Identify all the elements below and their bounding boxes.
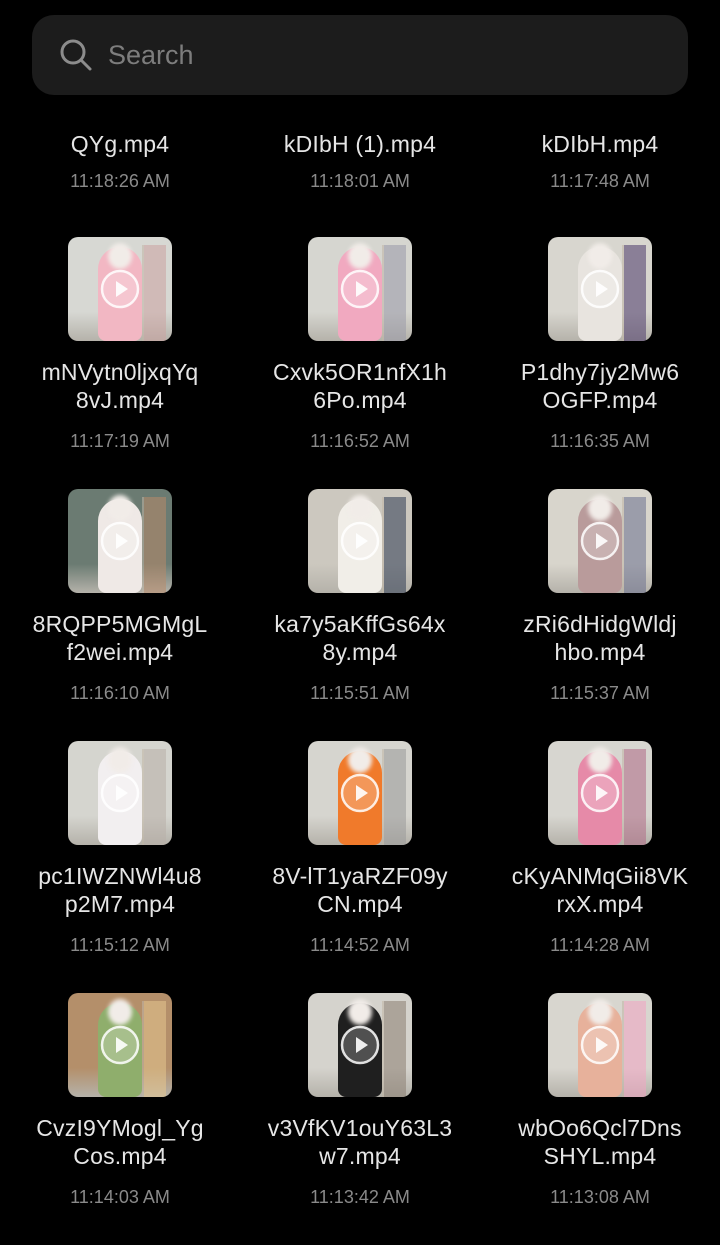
play-icon [100,521,140,561]
play-icon [580,1025,620,1065]
video-timestamp: 11:15:37 AM [550,683,650,703]
search-icon [60,39,92,71]
video-thumbnail[interactable] [308,489,412,593]
play-icon [340,1025,380,1065]
video-timestamp: 11:16:52 AM [310,431,410,451]
video-timestamp: 11:15:12 AM [70,935,170,955]
video-item[interactable]: QYg.mp4 11:18:26 AM [0,130,240,192]
video-filename: kDIbH (1).mp4 [283,131,437,157]
video-timestamp: 11:14:52 AM [310,935,410,955]
video-thumbnail[interactable] [68,489,172,593]
play-icon [340,773,380,813]
video-thumbnail[interactable] [308,237,412,341]
video-filename: 8V-lT1yaRZF09y CN.mp4 [272,863,448,917]
video-item[interactable]: zRi6dHidgWldj hbo.mp4 11:15:37 AM [480,489,720,741]
video-filename: v3VfKV1ouY63L3 w7.mp4 [267,1115,453,1169]
video-timestamp: 11:16:10 AM [70,683,170,703]
video-timestamp: 11:13:42 AM [310,1187,410,1207]
video-timestamp: 11:16:35 AM [550,431,650,451]
video-timestamp: 11:14:03 AM [70,1187,170,1207]
play-icon [100,1025,140,1065]
video-item[interactable]: 8V-lT1yaRZF09y CN.mp4 11:14:52 AM [240,741,480,993]
video-timestamp: 11:13:08 AM [550,1187,650,1207]
video-filename: mNVytn0ljxqYq 8vJ.mp4 [41,359,199,413]
video-thumbnail[interactable] [548,489,652,593]
video-filename: P1dhy7jy2Mw6 OGFP.mp4 [520,359,680,413]
play-icon [580,269,620,309]
top-row-partial: QYg.mp4 11:18:26 AM kDIbH (1).mp4 11:18:… [0,130,720,210]
video-item[interactable]: pc1IWZNWl4u8 p2M7.mp4 11:15:12 AM [0,741,240,993]
video-timestamp: 11:18:26 AM [70,171,170,191]
video-timestamp: 11:14:28 AM [550,935,650,955]
video-filename: Cxvk5OR1nfX1h 6Po.mp4 [273,359,447,413]
video-timestamp: 11:17:48 AM [550,171,650,191]
video-thumbnail[interactable] [548,741,652,845]
search-input[interactable] [108,30,668,80]
play-icon [100,773,140,813]
play-icon [100,269,140,309]
video-timestamp: 11:18:01 AM [310,171,410,191]
video-thumbnail[interactable] [548,237,652,341]
video-item[interactable]: kDIbH.mp4 11:17:48 AM [480,130,720,192]
video-thumbnail[interactable] [68,741,172,845]
video-item[interactable]: v3VfKV1ouY63L3 w7.mp4 11:13:42 AM [240,993,480,1245]
video-filename: CvzI9YMogl_Yg Cos.mp4 [36,1115,204,1169]
video-filename: cKyANMqGii8VK rxX.mp4 [511,863,689,917]
video-item[interactable]: ka7y5aKffGs64x 8y.mp4 11:15:51 AM [240,489,480,741]
video-timestamp: 11:15:51 AM [310,683,410,703]
video-thumbnail[interactable] [548,993,652,1097]
video-thumbnail[interactable] [68,993,172,1097]
video-filename: QYg.mp4 [70,131,170,157]
video-filename: pc1IWZNWl4u8 p2M7.mp4 [38,863,202,917]
video-filename: 8RQPP5MGMgL f2wei.mp4 [32,611,208,665]
video-item[interactable]: wbOo6Qcl7Dns SHYL.mp4 11:13:08 AM [480,993,720,1245]
video-item[interactable]: cKyANMqGii8VK rxX.mp4 11:14:28 AM [480,741,720,993]
play-icon [340,269,380,309]
video-thumbnail[interactable] [308,993,412,1097]
video-filename: zRi6dHidgWldj hbo.mp4 [523,611,677,665]
play-icon [580,521,620,561]
video-item[interactable]: CvzI9YMogl_Yg Cos.mp4 11:14:03 AM [0,993,240,1245]
video-item[interactable]: 8RQPP5MGMgL f2wei.mp4 11:16:10 AM [0,489,240,741]
video-thumbnail[interactable] [68,237,172,341]
video-timestamp: 11:17:19 AM [70,431,170,451]
video-item[interactable]: P1dhy7jy2Mw6 OGFP.mp4 11:16:35 AM [480,237,720,489]
video-item[interactable]: mNVytn0ljxqYq 8vJ.mp4 11:17:19 AM [0,237,240,489]
video-filename: ka7y5aKffGs64x 8y.mp4 [274,611,446,665]
video-filename: wbOo6Qcl7Dns SHYL.mp4 [518,1115,682,1169]
play-icon [340,521,380,561]
video-item[interactable]: kDIbH (1).mp4 11:18:01 AM [240,130,480,192]
video-item[interactable]: Cxvk5OR1nfX1h 6Po.mp4 11:16:52 AM [240,237,480,489]
video-thumbnail[interactable] [308,741,412,845]
video-filename: kDIbH.mp4 [541,131,659,157]
play-icon [580,773,620,813]
